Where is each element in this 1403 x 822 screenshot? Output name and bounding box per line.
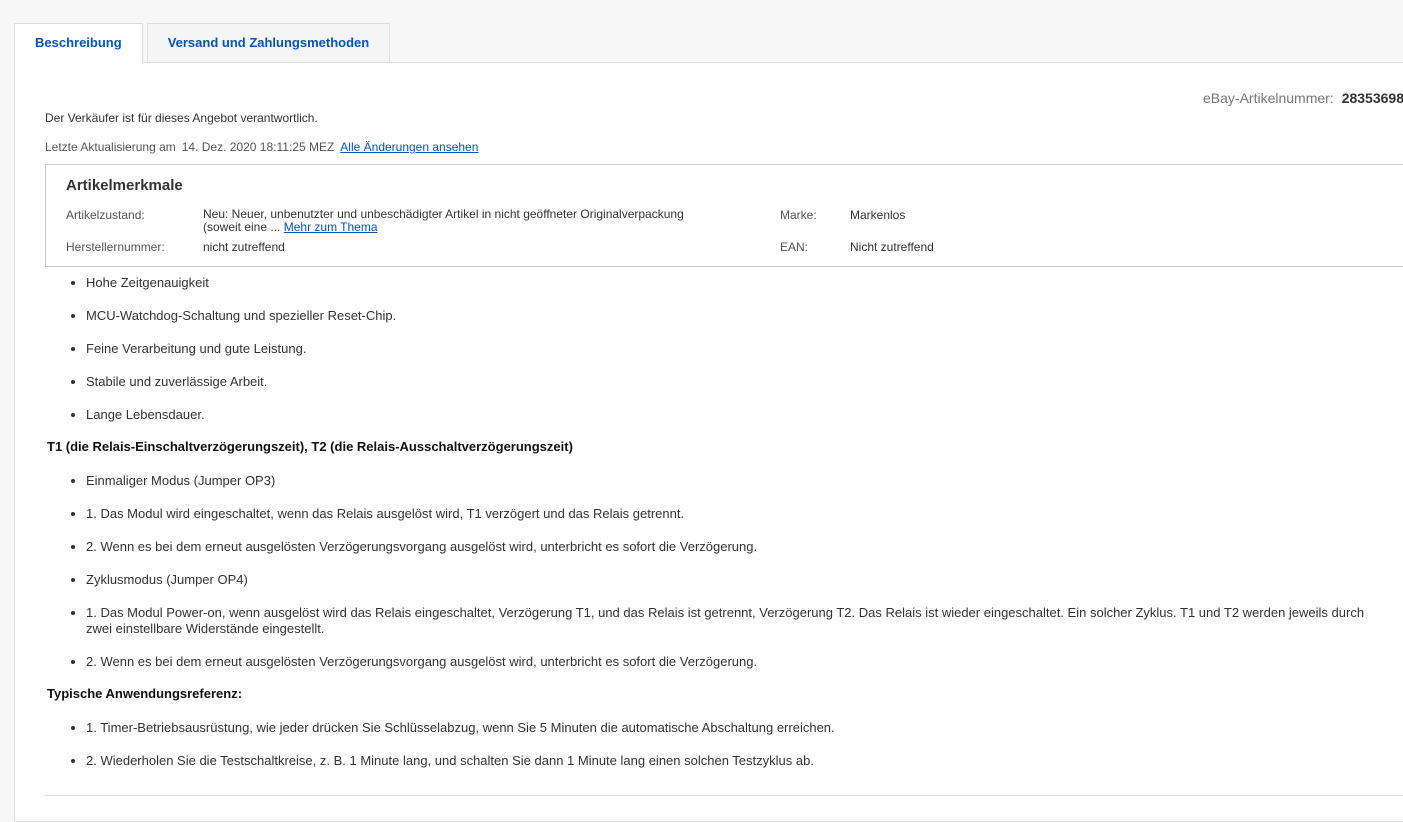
section-divider — [45, 795, 1403, 796]
feature-list: Hohe Zeitgenauigkeit MCU-Watchdog-Schalt… — [47, 274, 1387, 439]
item-description: Hohe Zeitgenauigkeit MCU-Watchdog-Schalt… — [47, 274, 1387, 785]
feature-item: Feine Verarbeitung und gute Leistung. — [86, 340, 1387, 373]
last-update-date: 14. Dez. 2020 18:11:25 MEZ — [181, 140, 335, 154]
condition-value-line2: (soweit eine ... — [203, 220, 281, 234]
feature-item: Hohe Zeitgenauigkeit — [86, 274, 1387, 307]
tab-versand-und-zahlungsmethoden[interactable]: Versand und Zahlungsmethoden — [146, 23, 391, 63]
ean-label: EAN: — [780, 240, 809, 254]
feature-item: Stabile und zuverlässige Arbeit. — [86, 373, 1387, 406]
tab-bar: Beschreibung Versand und Zahlungsmethode… — [14, 23, 394, 64]
mode-item: Zyklusmodus (Jumper OP4) — [86, 571, 1387, 604]
application-item: 2. Wiederholen Sie die Testschaltkreise,… — [86, 752, 1387, 785]
mode-item: 2. Wenn es bei dem erneut ausgelösten Ve… — [86, 538, 1387, 571]
view-all-changes-link[interactable]: Alle Änderungen ansehen — [340, 140, 478, 154]
last-update: Letzte Aktualisierung am 14. Dez. 2020 18… — [45, 140, 478, 154]
mpn-value: nicht zutreffend — [203, 240, 285, 254]
feature-item: Lange Lebensdauer. — [86, 406, 1387, 439]
condition-label: Artikelzustand: — [66, 208, 145, 222]
condition-value-line2-wrap: (soweit eine ... Mehr zum Thema — [203, 221, 763, 234]
feature-item: MCU-Watchdog-Schaltung und spezieller Re… — [86, 307, 1387, 340]
mode-item: 1. Das Modul Power-on, wenn ausgelöst wi… — [86, 604, 1387, 653]
mode-item: 2. Wenn es bei dem erneut ausgelösten Ve… — [86, 653, 1387, 686]
tab-beschreibung[interactable]: Beschreibung — [14, 23, 143, 64]
mode-item: 1. Das Modul wird eingeschaltet, wenn da… — [86, 505, 1387, 538]
item-specifics-title: Artikelmerkmale — [66, 177, 183, 194]
brand-label: Marke: — [780, 208, 817, 222]
item-number-label: eBay-Artikelnummer: — [1203, 90, 1334, 106]
seller-responsible-text: Der Verkäufer ist für dieses Angebot ver… — [45, 111, 318, 125]
condition-value: Neu: Neuer, unbenutzter und unbeschädigt… — [203, 208, 763, 234]
mode-item: Einmaliger Modus (Jumper OP3) — [86, 472, 1387, 505]
item-number-value: 28353698 — [1341, 90, 1403, 106]
timing-heading: T1 (die Relais-Einschaltverzögerungszeit… — [47, 439, 573, 454]
ean-value: Nicht zutreffend — [850, 240, 934, 254]
mode-list: Einmaliger Modus (Jumper OP3) 1. Das Mod… — [47, 472, 1387, 686]
condition-more-link[interactable]: Mehr zum Thema — [284, 220, 378, 234]
application-item: 1. Timer-Betriebsausrüstung, wie jeder d… — [86, 719, 1387, 752]
item-number: eBay-Artikelnummer: 28353698 — [1203, 90, 1403, 106]
last-update-label: Letzte Aktualisierung am — [45, 140, 176, 154]
application-list: 1. Timer-Betriebsausrüstung, wie jeder d… — [47, 719, 1387, 785]
item-specifics-box: Artikelmerkmale Artikelzustand: Neu: Neu… — [45, 164, 1403, 267]
brand-value: Markenlos — [850, 208, 906, 222]
mpn-label: Herstellernummer: — [66, 240, 165, 254]
application-heading: Typische Anwendungsreferenz: — [47, 686, 243, 701]
